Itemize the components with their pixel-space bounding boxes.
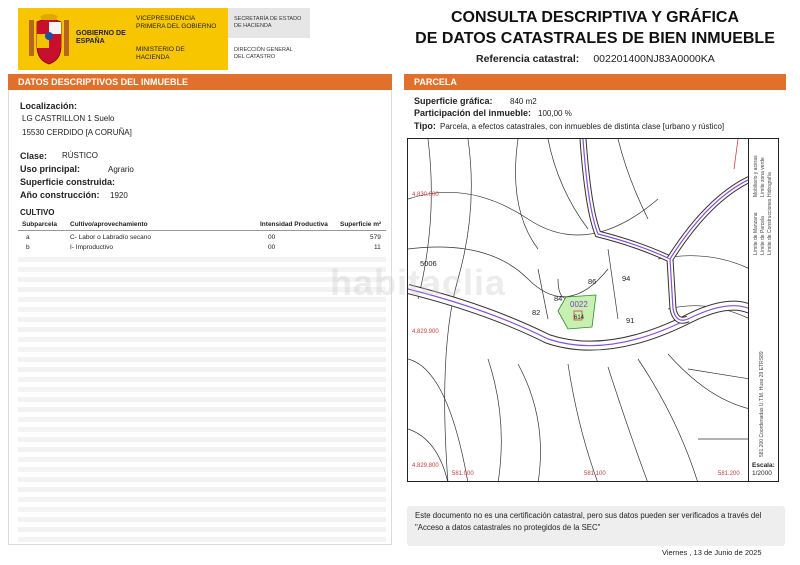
uso-label: Uso principal: bbox=[20, 164, 81, 174]
cell-cultivo: C- Labor o Labradío secano bbox=[70, 234, 151, 241]
participacion-value: 100,00 % bbox=[538, 109, 572, 118]
legend-item: Límite de Construcciones bbox=[767, 198, 773, 255]
secretaria-label: SECRETARÍA DE ESTADO DE HACIENDA bbox=[234, 16, 302, 29]
anio-label: Año construcción: bbox=[20, 190, 100, 200]
legend-item: Límite de Parcela bbox=[760, 216, 766, 255]
parcel-label: 91 bbox=[626, 316, 634, 325]
section-parcela: PARCELA bbox=[404, 74, 786, 90]
map-scale: Escala: 1/2000 bbox=[749, 462, 779, 482]
cell-subparcela: a bbox=[26, 234, 30, 241]
legend-item: Límite de Manzana bbox=[753, 212, 759, 255]
uso-value: Agrario bbox=[108, 165, 134, 174]
coord-y-label: 4.829.800 bbox=[412, 463, 439, 469]
col-cultivo: Cultivo/aprovechamiento bbox=[70, 221, 148, 228]
localizacion-line2: 15530 CERDIDO [A CORUÑA] bbox=[22, 128, 132, 137]
cell-intensidad: 00 bbox=[268, 234, 276, 241]
col-subparcela: Subparcela bbox=[22, 221, 58, 228]
cadastral-map[interactable]: 5006 86 94 84 82 91 0022 614 4.830.000 4… bbox=[407, 138, 749, 482]
parcel-label: 94 bbox=[622, 274, 630, 283]
gobierno-label: GOBIERNO DE ESPAÑA bbox=[76, 30, 126, 45]
parcel-label: 84 bbox=[554, 294, 562, 303]
cultivo-title: CULTIVO bbox=[20, 208, 55, 217]
section-datos-descriptivos: DATOS DESCRIPTIVOS DEL INMUEBLE bbox=[8, 74, 392, 90]
disclaimer-note: Este documento no es una certificación c… bbox=[407, 506, 785, 546]
parcel-label: 86 bbox=[588, 277, 596, 286]
referencia-catastral: Referencia catastral: 002201400NJ83A0000K… bbox=[476, 53, 715, 65]
page-title-line1: CONSULTA DESCRIPTIVA Y GRÁFICA bbox=[450, 9, 739, 26]
coord-y-label: 4.830.000 bbox=[412, 192, 439, 198]
map-drawing: 5006 86 94 84 82 91 0022 614 4.830.000 4… bbox=[408, 139, 748, 481]
escala-value: 1/2000 bbox=[752, 470, 772, 477]
tipo-label: Tipo: bbox=[414, 121, 436, 131]
col-intensidad: Intensidad Productiva bbox=[260, 221, 328, 228]
vicepresidencia-label: VICEPRESIDENCIA PRIMERA DEL GOBIERNO bbox=[136, 15, 217, 30]
cell-intensidad: 00 bbox=[268, 244, 276, 251]
table-row: a C- Labor o Labradío secano 00 579 bbox=[18, 233, 386, 243]
legend-item: Límite zona verde bbox=[760, 157, 766, 197]
cell-cultivo: I- Improductivo bbox=[70, 244, 113, 251]
legend-item: Hidrografía bbox=[767, 172, 773, 197]
parcel-highlight-sublabel: 614 bbox=[574, 315, 585, 321]
anio-value: 1920 bbox=[110, 191, 128, 200]
document-date: Viernes , 13 de Junio de 2025 bbox=[662, 548, 762, 557]
coord-x-label: 581.000 bbox=[452, 471, 474, 477]
parcel-highlight-label: 0022 bbox=[570, 300, 588, 309]
legend-item: Mobiliario y aceras bbox=[753, 155, 759, 197]
superficie-grafica-value: 840 m2 bbox=[510, 97, 537, 106]
map-legend: Límite de Manzana Límite de Parcela Lími… bbox=[749, 138, 779, 482]
coord-y-label: 4.829.900 bbox=[412, 329, 439, 335]
cell-superficie: 579 bbox=[370, 234, 381, 241]
coord-x-label: 581.200 bbox=[718, 471, 740, 477]
cell-superficie: 11 bbox=[374, 244, 381, 251]
direccion-label: DIRECCIÓN GENERAL DEL CATASTRO bbox=[234, 47, 293, 60]
participacion-label: Participación del inmueble: bbox=[414, 108, 532, 118]
parcel-label: 82 bbox=[532, 308, 540, 317]
legend-coordinates: 581.200 Coordenadas U.T.M. Huso 29 ETRS8… bbox=[759, 351, 765, 457]
superficie-construida-label: Superficie construida: bbox=[20, 177, 116, 187]
ref-label: Referencia catastral: bbox=[476, 53, 580, 65]
tipo-value: Parcela, a efectos catastrales, con inmu… bbox=[440, 122, 725, 131]
cell-subparcela: b bbox=[26, 244, 30, 251]
coat-of-arms-icon bbox=[29, 14, 69, 65]
escala-label: Escala: bbox=[752, 462, 775, 469]
col-superficie: Superficie m² bbox=[340, 221, 382, 228]
ref-value: 002201400NJ83A0000KA bbox=[593, 53, 715, 65]
page-title-line2: DE DATOS CATASTRALES DE BIEN INMUEBLE bbox=[415, 30, 775, 47]
ministerio-label: MINISTERIO DE HACIENDA bbox=[136, 46, 185, 61]
clase-value: RÚSTICO bbox=[62, 151, 98, 160]
localizacion-line1: LG CASTRILLON 1 Suelo bbox=[22, 114, 115, 123]
clase-label: Clase: bbox=[20, 151, 48, 161]
watermark: habitaclia bbox=[330, 262, 507, 303]
superficie-grafica-label: Superficie gráfica: bbox=[414, 96, 493, 106]
cultivo-table-header: Subparcela Cultivo/aprovechamiento Inten… bbox=[18, 220, 386, 231]
coord-x-label: 581.100 bbox=[584, 471, 606, 477]
localizacion-label: Localización: bbox=[20, 101, 78, 111]
